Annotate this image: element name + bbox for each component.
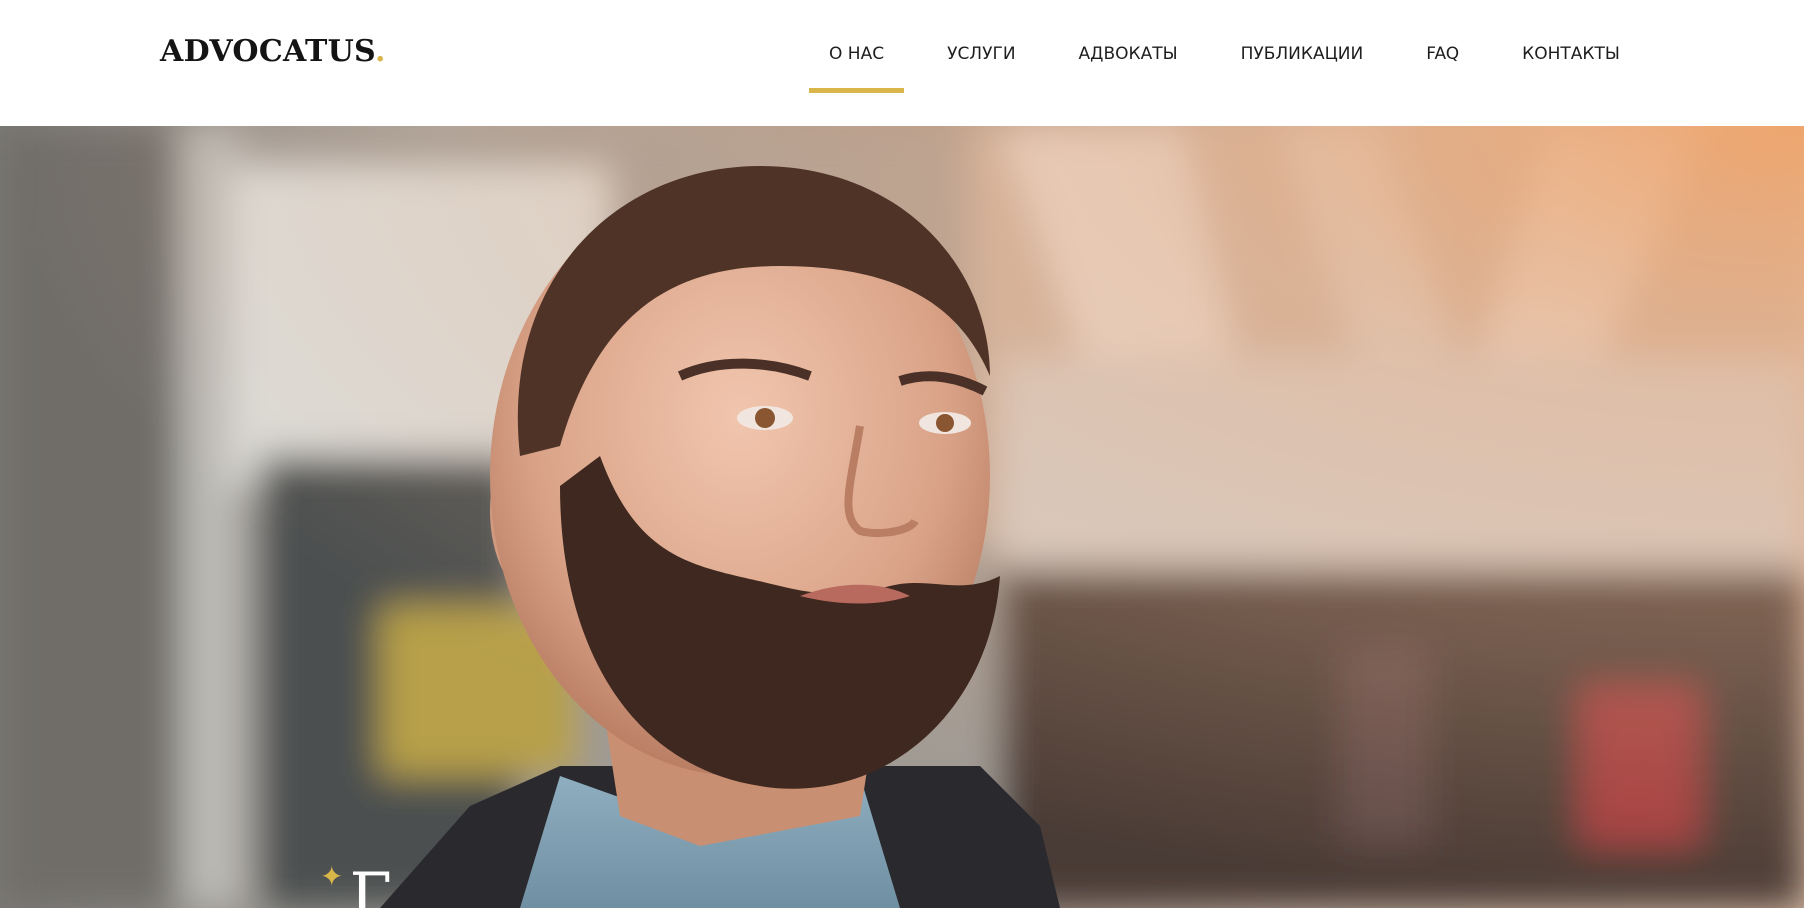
hero-heading: ✦Г [320,860,392,908]
main-nav: О НАС УСЛУГИ АДВОКАТЫ ПУБЛИКАЦИИ FAQ КОН… [809,0,1640,126]
logo-text: ADVOCATUS [160,34,375,69]
nav-item-lawyers[interactable]: АДВОКАТЫ [1059,0,1198,126]
nav-item-about[interactable]: О НАС [809,0,905,126]
logo-dot: . [374,34,386,69]
hero-heading-text: Г [349,860,392,908]
nav-item-contacts[interactable]: КОНТАКТЫ [1502,0,1640,126]
site-header: ADVOCATUS. О НАС УСЛУГИ АДВОКАТЫ ПУБЛИКА… [0,0,1804,126]
hero-photo [0,126,1804,908]
hero-heading-accent: ✦ [320,860,344,893]
nav-item-publications[interactable]: ПУБЛИКАЦИИ [1221,0,1384,126]
logo[interactable]: ADVOCATUS. [160,34,386,69]
nav-item-faq[interactable]: FAQ [1406,0,1479,126]
nav-item-services[interactable]: УСЛУГИ [927,0,1035,126]
hero-section: ✦Г [0,126,1804,908]
